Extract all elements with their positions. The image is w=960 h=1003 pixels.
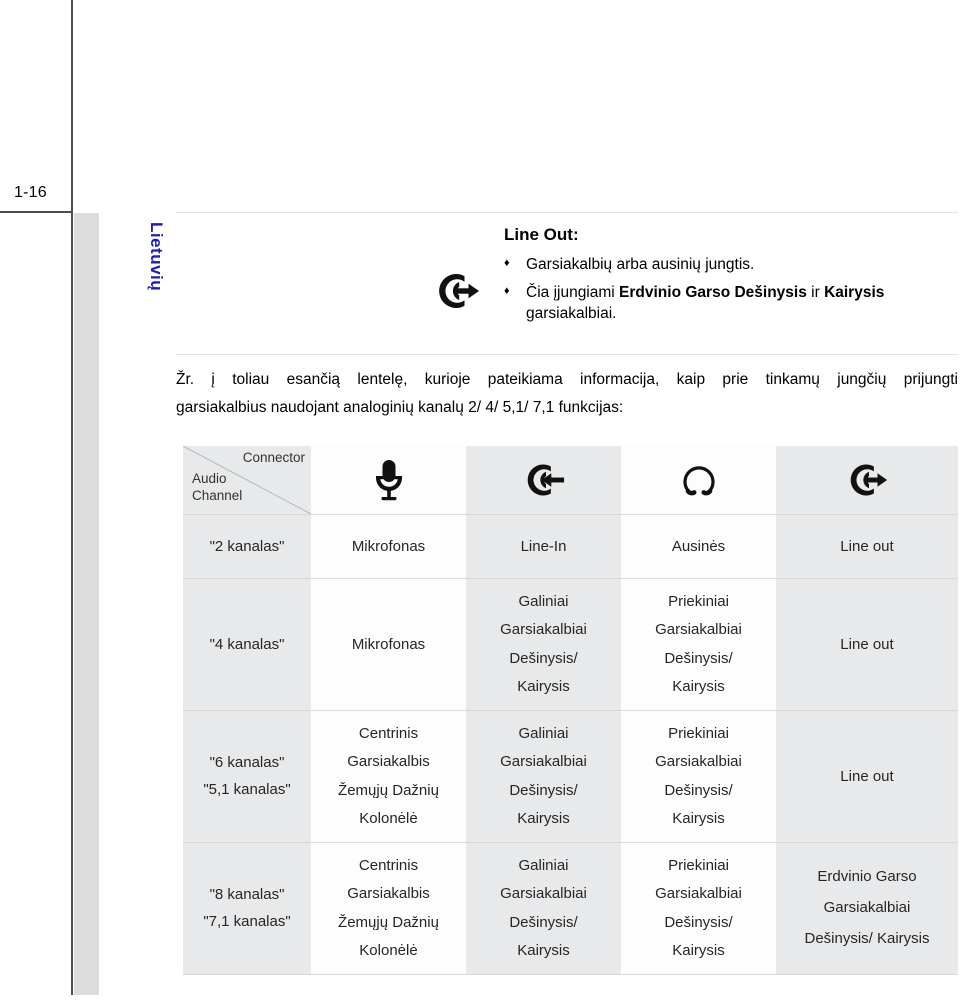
table-row: "6 kanalas" "5,1 kanalas" Centrinis Garsia…: [183, 710, 958, 843]
line-in-cell: Galiniai Garsiakalbiai Dešinysis/Kairysis: [466, 578, 621, 711]
margin-rule-upper: [71, 0, 73, 213]
table-row: "4 kanalas" Mikrofonas Galiniai Garsiakal…: [183, 578, 958, 711]
rear-speaker-cell: Galiniai Garsiakalbiai Dešinysis/Kairysis: [466, 842, 621, 975]
headphone-cell: Ausinės: [621, 514, 776, 579]
line-out-callout: Line Out: ♦ Garsiakalbių arba ausinių ju…: [176, 226, 958, 351]
bullet-diamond-icon: ♦: [504, 285, 510, 298]
list-item: ♦ Čia įjungiami Erdvinio Garso Dešinysis…: [504, 283, 954, 324]
intro-paragraph: Žr. į toliau esančią lentelę, kurioje pa…: [176, 366, 958, 421]
line-out-icon: [434, 268, 480, 314]
margin-rule-lower: [71, 213, 73, 995]
mic-cell: Mikrofonas: [311, 578, 466, 711]
headphone-icon: [621, 446, 776, 514]
headphone-header-cell: [621, 445, 776, 515]
channel-cell: "6 kanalas" "5,1 kanalas": [183, 710, 311, 843]
page-number-rule: [0, 211, 72, 213]
rear-speaker-cell: Galiniai Garsiakalbiai Dešinysis/Kairysis: [466, 710, 621, 843]
line-out-cell: Line out: [776, 578, 958, 711]
language-tab-strip: [74, 213, 99, 995]
table-row: "2 kanalas" Mikrofonas Line-In Ausinės L…: [183, 514, 958, 579]
header-rule: [176, 212, 958, 213]
bullet-text-2: Čia įjungiami Erdvinio Garso Dešinysis i…: [526, 284, 885, 322]
section-rule: [176, 354, 958, 355]
front-speaker-cell: Priekiniai Garsiakalbiai Dešinysis/Kairysi…: [621, 710, 776, 843]
microphone-icon: [311, 446, 466, 514]
channel-cell: "4 kanalas": [183, 578, 311, 711]
line-out-cell: Line out: [776, 514, 958, 579]
audio-channel-label: Audio Channel: [192, 471, 243, 503]
line-in-header-cell: [466, 445, 621, 515]
bullet-diamond-icon: ♦: [504, 257, 510, 269]
page-number: 1-16: [14, 184, 47, 201]
surround-speaker-cell: Erdvinio Garso Garsiakalbiai Dešinysis/ Ka…: [776, 842, 958, 975]
table-header-row: Connector Audio Channel: [183, 445, 958, 515]
bullet-text-1: Garsiakalbių arba ausinių jungtis.: [526, 256, 755, 273]
channel-cell: "2 kanalas": [183, 514, 311, 579]
front-speaker-cell: Priekiniai Garsiakalbiai Dešinysis/Kairysi…: [621, 842, 776, 975]
line-out-icon: [776, 446, 958, 514]
intro-line-1: Žr. į toliau esančią lentelę, kurioje pa…: [176, 371, 958, 388]
document-page: 1-16 Lietuvių Line Out: ♦ Garsiakalbių a…: [0, 0, 960, 1003]
language-tab-label: Lietuvių: [147, 222, 166, 292]
center-sub-cell: Centrinis Garsiakalbis Žemųjų Dažnių Kolonė…: [311, 710, 466, 843]
center-sub-cell: Centrinis Garsiakalbis Žemųjų Dažnių Kolonė…: [311, 842, 466, 975]
line-out-text-block: Line Out: ♦ Garsiakalbių arba ausinių ju…: [504, 226, 954, 332]
table-row: "8 kanalas" "7,1 kanalas" Centrinis Garsia…: [183, 842, 958, 975]
corner-header-cell: Connector Audio Channel: [183, 445, 311, 515]
connector-label: Connector: [242, 450, 305, 465]
mic-cell: Mikrofonas: [311, 514, 466, 579]
line-in-cell: Line-In: [466, 514, 621, 579]
list-item: ♦ Garsiakalbių arba ausinių jungtis.: [504, 255, 954, 275]
channel-cell: "8 kanalas" "7,1 kanalas": [183, 842, 311, 975]
line-out-header-cell: [776, 445, 958, 515]
headphone-cell: Priekiniai Garsiakalbiai Dešinysis/Kairysi…: [621, 578, 776, 711]
line-out-title: Line Out:: [504, 225, 579, 244]
intro-line-2: garsiakalbius naudojant analoginių kanal…: [176, 398, 624, 416]
audio-connector-table: Connector Audio Channel "2 kanalas" Mikr…: [183, 445, 958, 975]
microphone-header-cell: [311, 445, 466, 515]
line-out-cell: Line out: [776, 710, 958, 843]
line-in-icon: [466, 446, 621, 514]
